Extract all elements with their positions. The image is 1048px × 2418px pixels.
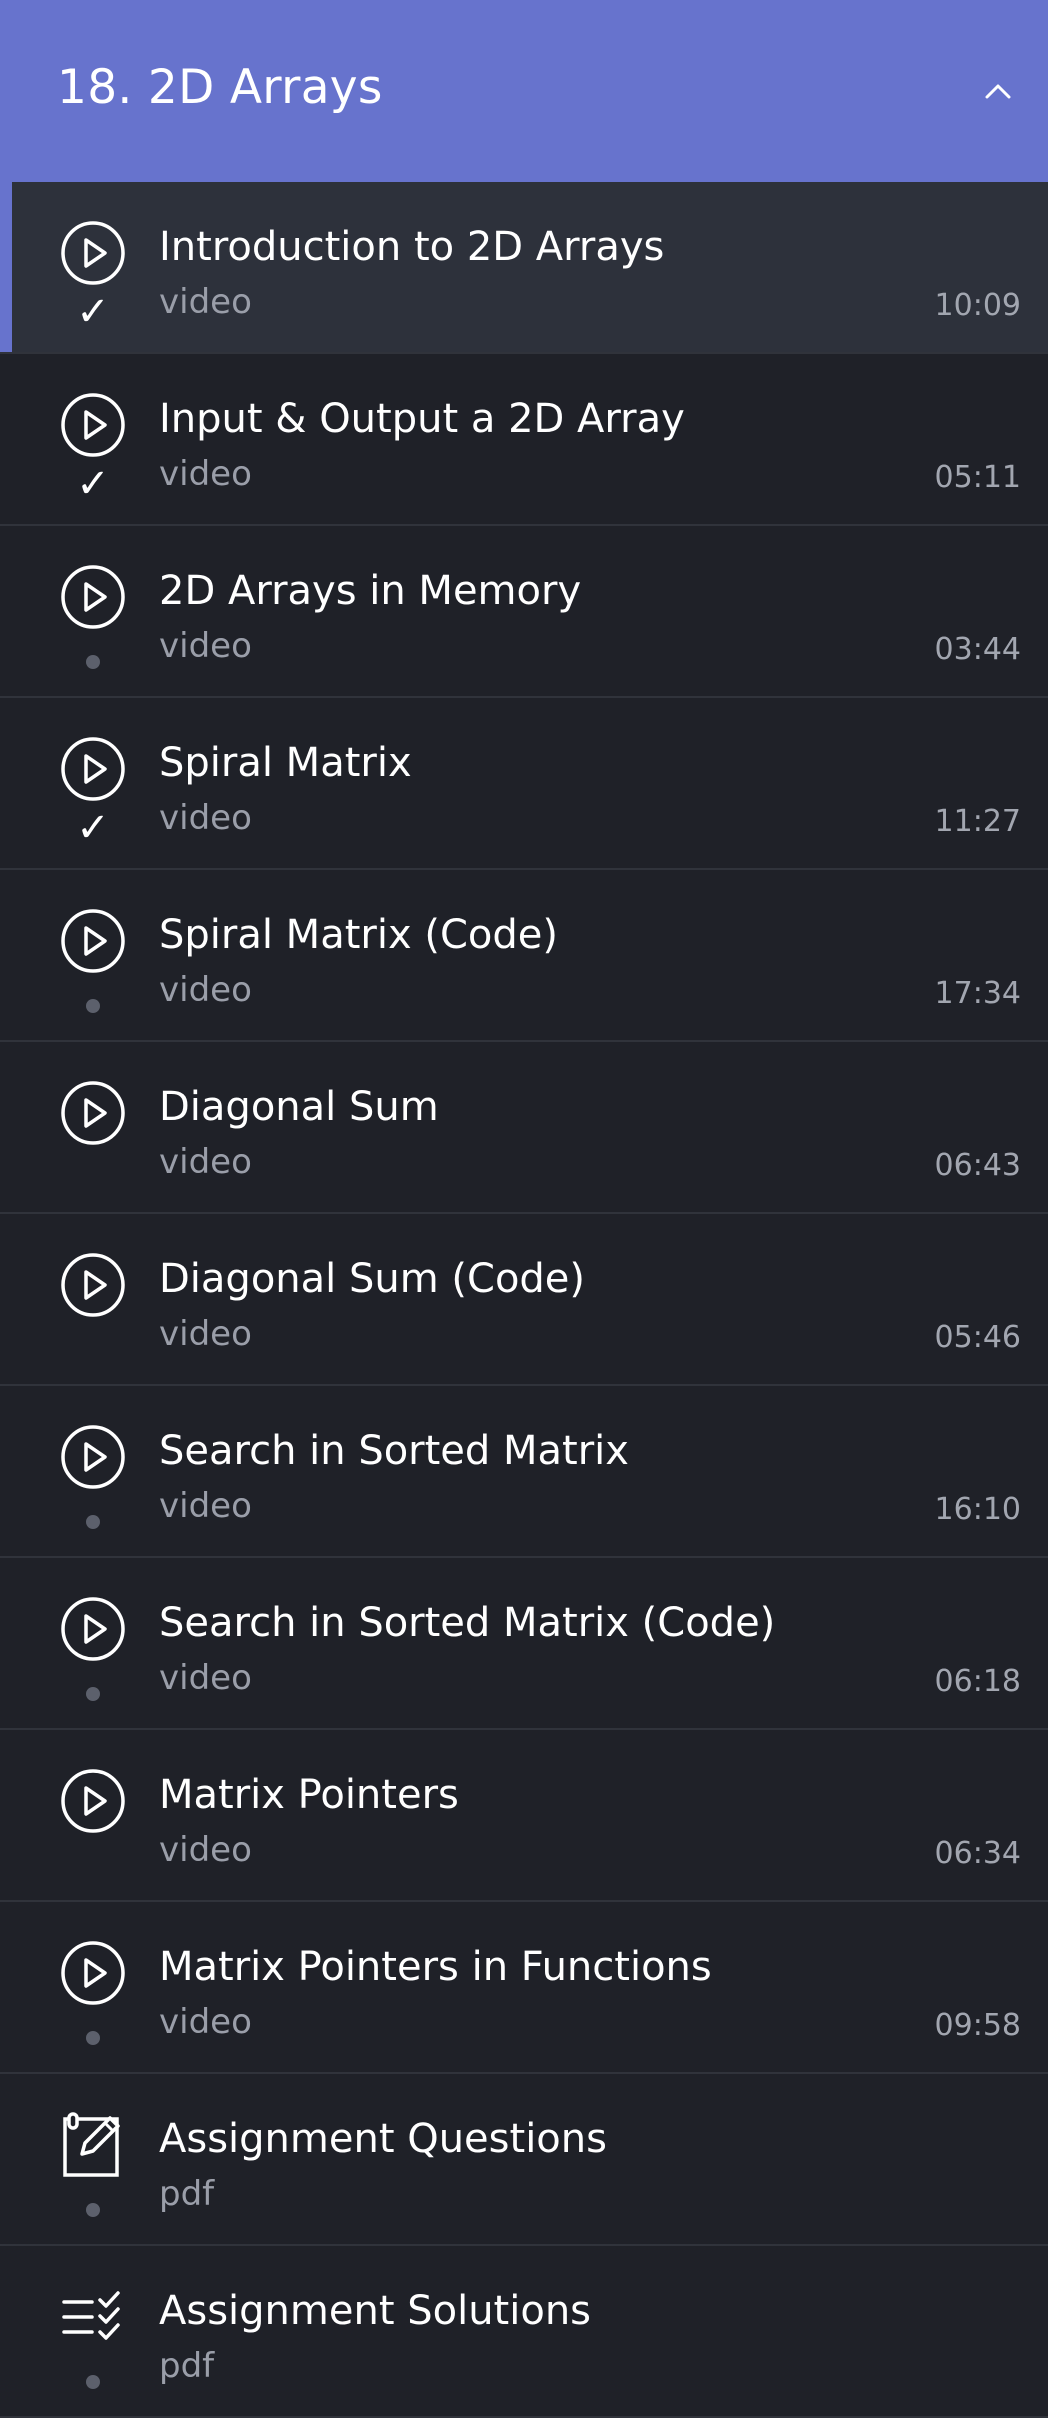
lesson-title: Introduction to 2D Arrays bbox=[159, 224, 665, 270]
status-placeholder bbox=[68, 1840, 118, 1880]
incomplete-dot-icon bbox=[68, 980, 118, 1020]
lesson-item[interactable]: Matrix Pointers video 06:34 bbox=[0, 1730, 1048, 1902]
lesson-title: Diagonal Sum bbox=[159, 1084, 439, 1130]
lesson-title: Assignment Questions bbox=[159, 2116, 607, 2162]
lesson-title: Search in Sorted Matrix bbox=[159, 1428, 629, 1474]
section-title: 18. 2D Arrays bbox=[57, 60, 383, 115]
lesson-duration: 16:10 bbox=[934, 1492, 1021, 1527]
lesson-type: video bbox=[159, 798, 252, 838]
lesson-type: video bbox=[159, 2002, 252, 2042]
chevron-up-icon[interactable] bbox=[978, 72, 1018, 112]
lesson-type: pdf bbox=[159, 2174, 215, 2214]
lesson-duration: 05:46 bbox=[934, 1320, 1021, 1355]
lesson-duration: 06:43 bbox=[934, 1148, 1021, 1183]
lesson-title: Search in Sorted Matrix (Code) bbox=[159, 1600, 776, 1646]
incomplete-dot-icon bbox=[68, 1668, 118, 1708]
play-circle-icon bbox=[58, 1766, 128, 1836]
lesson-duration: 06:34 bbox=[934, 1836, 1021, 1871]
lesson-duration: 11:27 bbox=[934, 804, 1021, 839]
lesson-title: Matrix Pointers in Functions bbox=[159, 1944, 712, 1990]
lesson-type: pdf bbox=[159, 2346, 215, 2386]
edit-document-icon bbox=[58, 2110, 128, 2180]
lesson-title: Assignment Solutions bbox=[159, 2288, 592, 2334]
lesson-title: Diagonal Sum (Code) bbox=[159, 1256, 586, 1302]
lesson-item[interactable]: 2D Arrays in Memory video 03:44 bbox=[0, 526, 1048, 698]
lesson-type: video bbox=[159, 1486, 252, 1526]
play-circle-icon bbox=[58, 1078, 128, 1148]
lesson-item[interactable]: ✓ Input & Output a 2D Array video 05:11 bbox=[0, 354, 1048, 526]
lesson-item[interactable]: Matrix Pointers in Functions video 09:58 bbox=[0, 1902, 1048, 2074]
play-circle-icon bbox=[58, 390, 128, 460]
checkmark-icon: ✓ bbox=[76, 461, 110, 507]
incomplete-dot-icon bbox=[68, 2356, 118, 2396]
lesson-type: video bbox=[159, 454, 252, 494]
incomplete-dot-icon bbox=[68, 636, 118, 676]
play-circle-icon bbox=[58, 1594, 128, 1664]
checkmark-icon: ✓ bbox=[76, 289, 110, 335]
lesson-item[interactable]: ✓ Spiral Matrix video 11:27 bbox=[0, 698, 1048, 870]
play-circle-icon bbox=[58, 1422, 128, 1492]
lesson-type: video bbox=[159, 1314, 252, 1354]
play-circle-icon bbox=[58, 562, 128, 632]
lesson-duration: 17:34 bbox=[934, 976, 1021, 1011]
lesson-duration: 05:11 bbox=[934, 460, 1021, 495]
section-header[interactable]: 18. 2D Arrays bbox=[0, 0, 1048, 182]
lesson-duration: 06:18 bbox=[934, 1664, 1021, 1699]
status-placeholder bbox=[68, 1324, 118, 1364]
lesson-item[interactable]: Assignment Solutions pdf bbox=[0, 2246, 1048, 2418]
play-circle-icon bbox=[58, 1250, 128, 1320]
play-circle-icon bbox=[58, 734, 128, 804]
play-circle-icon bbox=[58, 1938, 128, 2008]
lesson-type: video bbox=[159, 282, 252, 322]
lesson-title: Input & Output a 2D Array bbox=[159, 396, 685, 442]
lesson-type: video bbox=[159, 1142, 252, 1182]
lesson-duration: 03:44 bbox=[934, 632, 1021, 667]
play-circle-icon bbox=[58, 906, 128, 976]
lesson-duration: 09:58 bbox=[934, 2008, 1021, 2043]
lesson-item[interactable]: ✓ Introduction to 2D Arrays video 10:09 bbox=[0, 182, 1048, 354]
lesson-title: Spiral Matrix (Code) bbox=[159, 912, 558, 958]
lesson-item[interactable]: Diagonal Sum (Code) video 05:46 bbox=[0, 1214, 1048, 1386]
checkmark-icon: ✓ bbox=[76, 805, 110, 851]
status-placeholder bbox=[68, 1152, 118, 1192]
lesson-item[interactable]: Spiral Matrix (Code) video 17:34 bbox=[0, 870, 1048, 1042]
lesson-type: video bbox=[159, 1830, 252, 1870]
lesson-type: video bbox=[159, 1658, 252, 1698]
lesson-item[interactable]: Search in Sorted Matrix video 16:10 bbox=[0, 1386, 1048, 1558]
lesson-title: Matrix Pointers bbox=[159, 1772, 459, 1818]
play-circle-icon bbox=[58, 218, 128, 288]
lesson-title: 2D Arrays in Memory bbox=[159, 568, 582, 614]
lesson-list: ✓ Introduction to 2D Arrays video 10:09 ✓ Inp… bbox=[0, 182, 1048, 2418]
lesson-type: video bbox=[159, 626, 252, 666]
incomplete-dot-icon bbox=[68, 1496, 118, 1536]
lesson-item[interactable]: Assignment Questions pdf bbox=[0, 2074, 1048, 2246]
lesson-item[interactable]: Search in Sorted Matrix (Code) video 06:18 bbox=[0, 1558, 1048, 1730]
lesson-type: video bbox=[159, 970, 252, 1010]
incomplete-dot-icon bbox=[68, 2184, 118, 2224]
checklist-icon bbox=[58, 2282, 128, 2352]
lesson-title: Spiral Matrix bbox=[159, 740, 412, 786]
lesson-item[interactable]: Diagonal Sum video 06:43 bbox=[0, 1042, 1048, 1214]
lesson-duration: 10:09 bbox=[934, 288, 1021, 323]
incomplete-dot-icon bbox=[68, 2012, 118, 2052]
